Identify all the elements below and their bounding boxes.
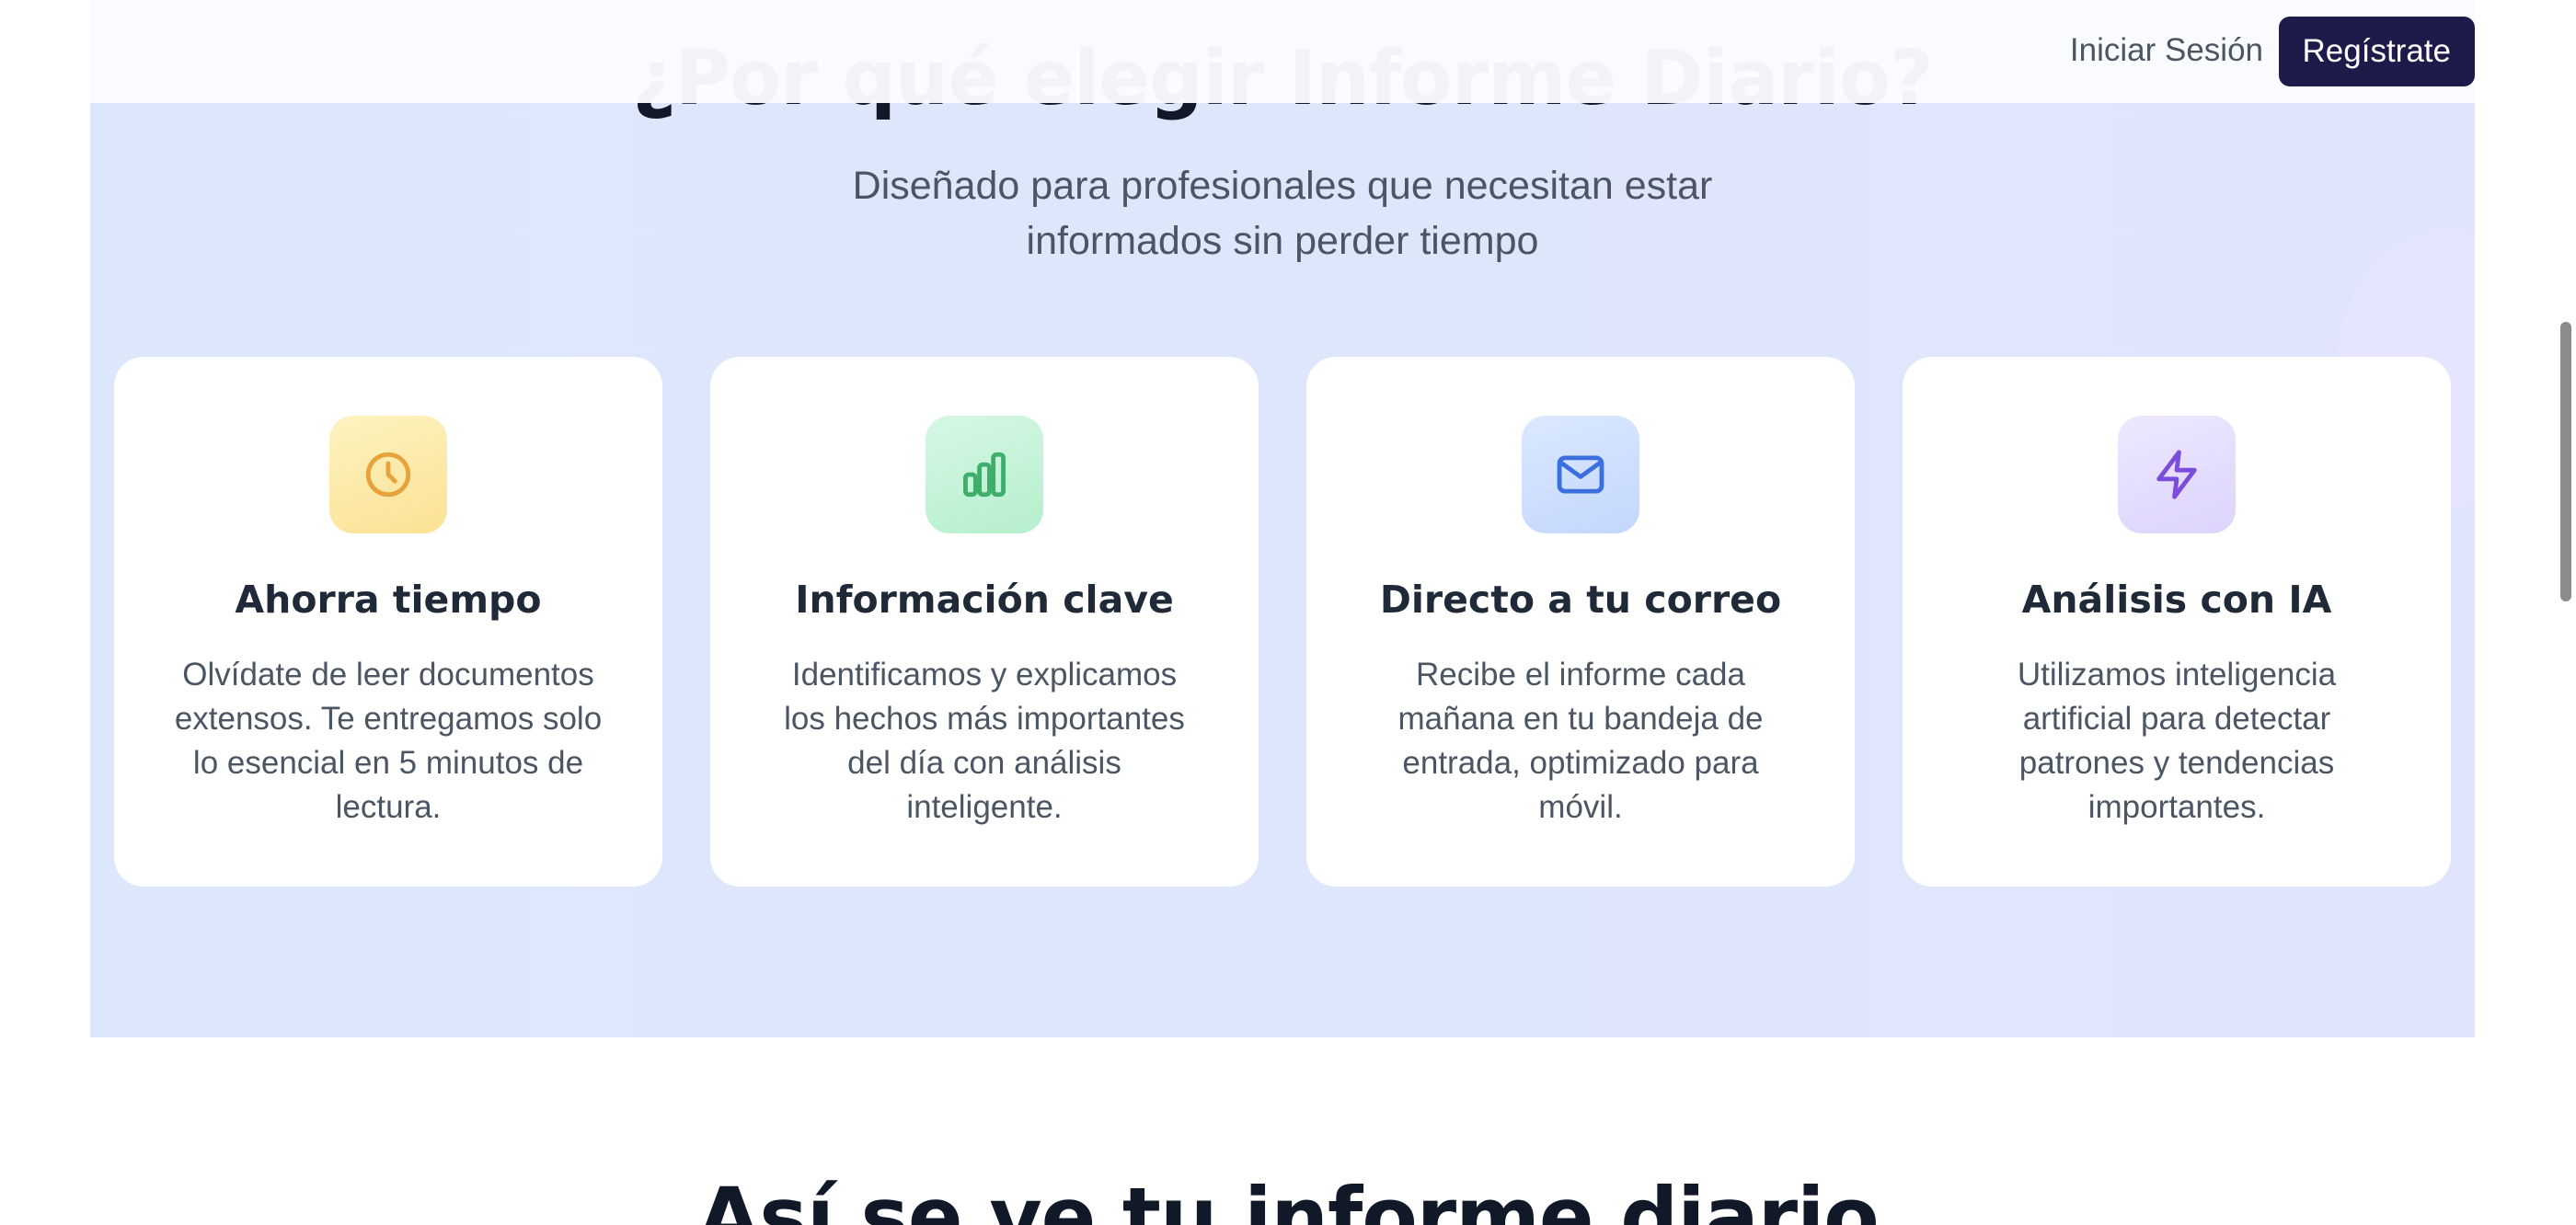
- features-subtitle-line-1: Diseñado para profesionales que necesita…: [852, 164, 1713, 208]
- signup-button[interactable]: Regístrate: [2278, 17, 2475, 86]
- mail-icon-tile: [1522, 416, 1639, 533]
- feature-card-ahorra-tiempo: Ahorra tiempo Olvídate de leer documento…: [114, 357, 662, 887]
- features-section: ¿Por qué elegir Informe Diario? Diseñado…: [90, 0, 2475, 1037]
- feature-cards: Ahorra tiempo Olvídate de leer documento…: [114, 357, 2451, 887]
- page: ¿Por qué elegir Informe Diario? Diseñado…: [0, 0, 2576, 1225]
- lightning-icon: [2156, 450, 2197, 499]
- clock-icon-tile: [329, 416, 447, 533]
- login-link[interactable]: Iniciar Sesión: [2070, 28, 2263, 74]
- top-navigation-bar: Iniciar Sesión Regístrate: [90, 0, 2475, 103]
- page-scrollbar[interactable]: [2556, 0, 2576, 1225]
- card-description: Utilizamos inteligencia artificial para …: [2017, 657, 2337, 825]
- card-title: Información clave: [795, 578, 1174, 622]
- feature-card-analisis-con-ia: Análisis con IA Utilizamos inteligencia …: [1903, 357, 2451, 887]
- card-description: Identificamos y explicamos los hechos má…: [784, 657, 1185, 825]
- lightning-icon-tile: [2118, 416, 2236, 533]
- bar-chart-icon-tile: [926, 416, 1043, 533]
- feature-card-informacion-clave: Información clave Identificamos y explic…: [710, 357, 1259, 887]
- features-subtitle: Diseñado para profesionales que necesita…: [90, 158, 2475, 269]
- card-description: Recibe el informe cada mañana en tu band…: [1397, 657, 1764, 825]
- card-title: Análisis con IA: [2021, 578, 2332, 622]
- sample-report-title: Así se ve tu informe diario: [697, 1170, 1880, 1225]
- bar-chart-icon: [963, 452, 1006, 498]
- card-description: Olvídate de leer documentos extensos. Te…: [174, 657, 603, 825]
- features-subtitle-line-2: informados sin perder tiempo: [1026, 219, 1539, 263]
- card-title: Ahorra tiempo: [235, 578, 542, 622]
- card-title: Directo a tu correo: [1379, 578, 1782, 622]
- scrollbar-thumb[interactable]: [2560, 322, 2571, 601]
- clock-icon: [365, 452, 411, 498]
- feature-card-directo-a-tu-correo: Directo a tu correo Recibe el informe ca…: [1306, 357, 1855, 887]
- mail-icon: [1557, 455, 1604, 494]
